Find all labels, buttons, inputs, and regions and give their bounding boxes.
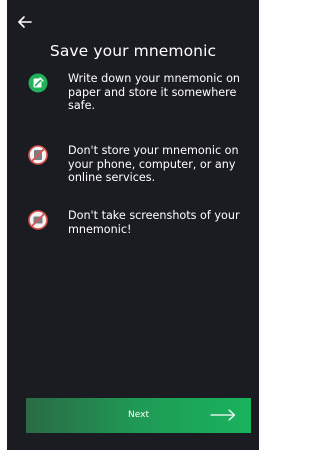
no-device-icon — [28, 145, 48, 165]
back-button[interactable] — [17, 14, 33, 30]
page-title: Save your mnemonic — [49, 42, 217, 60]
next-button[interactable]: Next — [26, 398, 251, 433]
arrow-left-icon — [18, 16, 32, 28]
no-screenshot-icon — [28, 210, 48, 230]
mnemonic-screen: Save your mnemonic Write down your mnemo… — [7, 0, 259, 450]
tip-text-no-screenshot: Don't take screenshots of your mnemonic! — [68, 209, 240, 236]
arrow-right-icon — [210, 409, 236, 421]
check-note-icon — [28, 73, 48, 93]
tip-text-write-down: Write down your mnemonic on paper and st… — [68, 72, 241, 112]
tip-text-no-device: Don't store your mnemonic on your phone,… — [68, 144, 239, 184]
